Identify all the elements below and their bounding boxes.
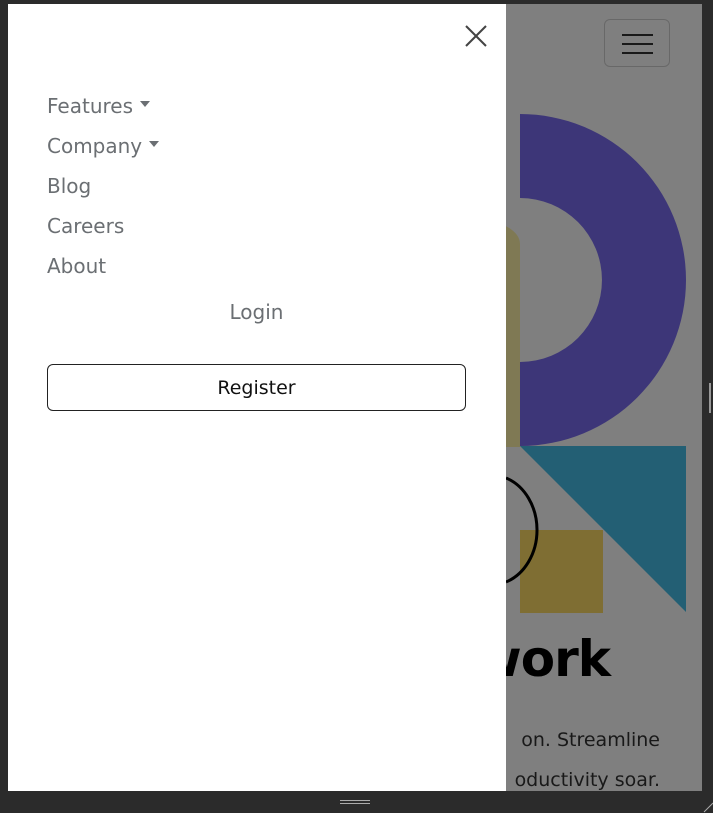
corner-resize-icon[interactable] [702,800,713,813]
grip-line [340,803,370,804]
nav-item-company[interactable]: Company [47,126,160,166]
close-button[interactable] [460,20,492,52]
login-link[interactable]: Login [47,300,466,324]
side-resize-handle[interactable] [709,383,711,413]
browser-viewport: work on. Streamline oductivity soar. Fea… [8,4,702,791]
nav-item-label: About [47,254,107,278]
nav-list: Features Company Blog Careers About [47,86,160,286]
nav-item-label: Features [47,94,133,118]
caret-down-icon [140,101,150,107]
nav-item-label: Careers [47,214,125,238]
nav-item-careers[interactable]: Careers [47,206,159,246]
nav-item-about[interactable]: About [47,246,159,286]
register-button[interactable]: Register [47,364,466,411]
nav-item-label: Blog [47,174,92,198]
offcanvas-menu: Features Company Blog Careers About Logi… [8,4,506,791]
nav-item-label: Company [47,134,143,158]
resize-grip-icon[interactable] [340,799,370,805]
close-icon [465,25,487,47]
caret-down-icon [149,141,160,147]
nav-item-blog[interactable]: Blog [47,166,159,206]
nav-item-features[interactable]: Features [47,86,159,126]
grip-line [340,800,370,801]
